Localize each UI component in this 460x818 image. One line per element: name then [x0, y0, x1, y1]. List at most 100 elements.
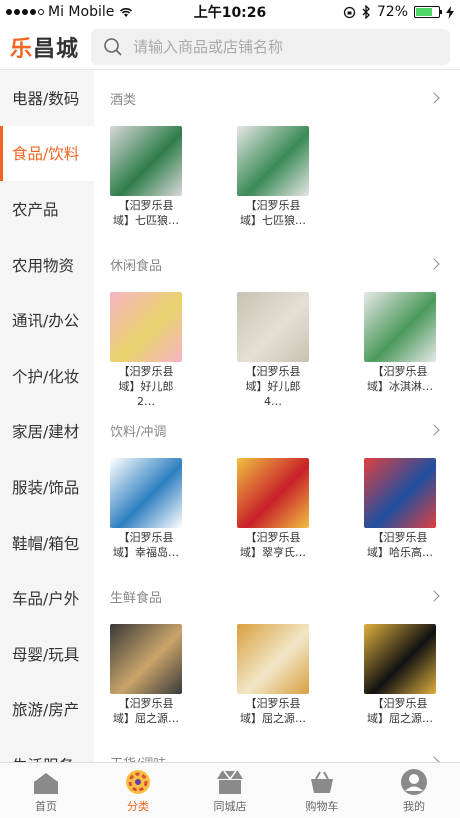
product-name-line: 域】翠亨氏… [240, 546, 306, 559]
category-section: 干货/调味 [94, 734, 460, 762]
chevron-right-icon [428, 92, 440, 104]
product-name-line: 域】屈之源… [367, 712, 433, 725]
product-card[interactable]: 【汨罗乐县域】好儿郎2… [110, 292, 182, 408]
store-icon [215, 768, 245, 796]
product-card[interactable]: 【汨罗乐县域】屈之源… [364, 624, 436, 734]
sidebar-item[interactable]: 个护/化妆 [0, 348, 94, 404]
sidebar-item[interactable]: 母婴/玩具 [0, 626, 94, 682]
tab-home[interactable]: 首页 [0, 763, 92, 818]
status-left: Mi Mobile [6, 4, 134, 20]
product-card[interactable]: 【汨罗乐县域】哈乐高… [364, 458, 436, 568]
product-name-line: 【汨罗乐县 [118, 697, 174, 710]
product-image [110, 458, 182, 528]
cart-icon [307, 768, 337, 796]
section-header[interactable]: 干货/调味 [110, 734, 442, 762]
tab-label: 购物车 [305, 799, 339, 813]
logo-accent-char: 乐 [10, 36, 34, 62]
product-card[interactable]: 【汨罗乐县域】幸福岛… [110, 458, 182, 568]
product-card[interactable]: 【汨罗乐县 域】七匹狼… [237, 126, 309, 236]
bluetooth-icon [362, 5, 370, 19]
product-name-line: 域】七匹狼… [240, 214, 306, 227]
category-section: 饮料/冲调 【汨罗乐县 域】幸福岛… 【汨罗乐县 域】翠亨氏… 【汨罗乐县 域】哈乐高… [94, 402, 460, 568]
sidebar-item[interactable]: 电器/数码 [0, 70, 94, 126]
battery-icon [414, 6, 442, 18]
product-name-line: 【汨罗乐县 [372, 365, 428, 378]
product-image [110, 624, 182, 694]
product-name-line: 域】冰淇淋… [367, 380, 433, 393]
product-card[interactable]: 【汨罗乐县域】屈之源… [110, 624, 182, 734]
product-name-line: 【汨罗乐县 [372, 531, 428, 544]
product-name: 【汨罗乐县域】冰淇淋… [364, 364, 436, 394]
tab-category[interactable]: 分类 [92, 763, 184, 818]
sidebar-item[interactable]: 鞋帽/箱包 [0, 515, 94, 571]
sidebar-item[interactable]: 旅游/房产 [0, 682, 94, 738]
category-section: 生鲜食品 【汨罗乐县 域】屈之源… 【汨罗乐县 域】屈之源… 【汨罗乐县 域】屈之源… [94, 568, 460, 734]
product-name-line: 【汨罗乐县 [118, 365, 174, 378]
product-name-line: 域】屈之源… [240, 712, 306, 725]
section-title: 干货/调味 [110, 753, 166, 763]
section-header[interactable]: 饮料/冲调 [110, 402, 442, 458]
section-title: 酒类 [110, 92, 137, 108]
product-name-line: 域】屈之源… [113, 712, 179, 725]
tab-label: 首页 [35, 799, 57, 813]
product-name: 【汨罗乐县 域】七匹狼… [237, 198, 309, 228]
sidebar-item[interactable]: 家居/建材 [0, 404, 94, 460]
product-card[interactable]: 【汨罗乐县域】好儿郎4… [237, 292, 309, 408]
sidebar-item[interactable]: 车品/户外 [0, 570, 94, 626]
product-image [364, 292, 436, 362]
status-bar: Mi Mobile 上午10:26 72% [0, 0, 460, 24]
product-card[interactable]: 【汨罗乐县域】冰淇淋… [364, 292, 436, 402]
product-name-line: 域】好儿郎4… [245, 380, 301, 408]
sidebar-item[interactable]: 农用物资 [0, 237, 94, 293]
product-name-line: 【汨罗乐县 [372, 697, 428, 710]
product-name: 【汨罗乐县域】屈之源… [110, 696, 182, 726]
product-name-line: 【汨罗乐县 [118, 531, 174, 544]
product-card[interactable]: 【汨罗乐县 域】七匹狼… [110, 126, 182, 236]
product-card[interactable]: 【汨罗乐县域】翠亨氏… [237, 458, 309, 568]
category-icon [123, 768, 153, 796]
product-name-line: 【汨罗乐县 [245, 531, 301, 544]
product-image [237, 126, 309, 196]
tab-label: 分类 [127, 799, 149, 813]
product-image [237, 624, 309, 694]
sidebar-item[interactable]: 食品/饮料 [0, 125, 94, 182]
tab-label: 我的 [403, 799, 425, 813]
tab-label: 同城店 [213, 799, 247, 813]
search-input[interactable] [133, 37, 438, 56]
product-name: 【汨罗乐县 域】七匹狼… [110, 198, 182, 228]
product-name: 【汨罗乐县域】好儿郎4… [237, 364, 309, 409]
section-header[interactable]: 酒类 [110, 70, 442, 126]
product-name-line: 域】幸福岛… [113, 546, 179, 559]
sidebar-item[interactable]: 生活服务 [0, 737, 94, 762]
product-image [237, 292, 309, 362]
product-name: 【汨罗乐县 域】屈之源… [237, 696, 309, 726]
sidebar-item[interactable]: 服装/饰品 [0, 459, 94, 515]
bottom-tab-bar: 首页 分类 同城店 购物车 我的 [0, 762, 460, 818]
tab-store[interactable]: 同城店 [184, 763, 276, 818]
category-section: 酒类【汨罗乐县 域】七匹狼… 【汨罗乐县 域】七匹狼… [94, 70, 460, 236]
product-name: 【汨罗乐县域】好儿郎2… [110, 364, 182, 409]
status-right: 72% [343, 4, 454, 20]
search-bar[interactable] [91, 28, 450, 65]
section-header[interactable]: 生鲜食品 [110, 568, 442, 624]
section-header[interactable]: 休闲食品 [110, 236, 442, 292]
section-title: 休闲食品 [110, 258, 163, 274]
section-title: 饮料/冲调 [110, 424, 167, 440]
category-content: 酒类 【汨罗乐县 域】七匹狼… 【汨罗乐县 域】七匹狼… 休闲食品 【汨罗乐县 域】好儿郎2…… [94, 70, 460, 762]
tab-profile[interactable]: 我的 [368, 763, 460, 818]
product-image [110, 292, 182, 362]
category-sidebar: 电器/数码 食品/饮料 农产品 农用物资 通讯/办公 个护/化妆 家居/建材 服装/饰品 鞋帽/… [0, 70, 94, 762]
product-row: 【汨罗乐县 域】屈之源… 【汨罗乐县 域】屈之源… 【汨罗乐县 域】屈之源… [110, 624, 442, 734]
app-header: 乐昌城 [0, 24, 460, 70]
product-name-line: 域】好儿郎2… [118, 380, 174, 408]
product-name-line: 【汨罗乐县 [245, 365, 301, 378]
sidebar-item[interactable]: 农产品 [0, 181, 94, 237]
tab-cart[interactable]: 购物车 [276, 763, 368, 818]
sidebar-item[interactable]: 通讯/办公 [0, 292, 94, 348]
product-name: 【汨罗乐县域】屈之源… [364, 696, 436, 726]
app-logo[interactable]: 乐昌城 [10, 31, 79, 63]
product-image [110, 126, 182, 196]
product-name-line: 域】哈乐高… [367, 546, 433, 559]
product-card[interactable]: 【汨罗乐县 域】屈之源… [237, 624, 309, 734]
logo-text: 昌城 [33, 36, 80, 62]
